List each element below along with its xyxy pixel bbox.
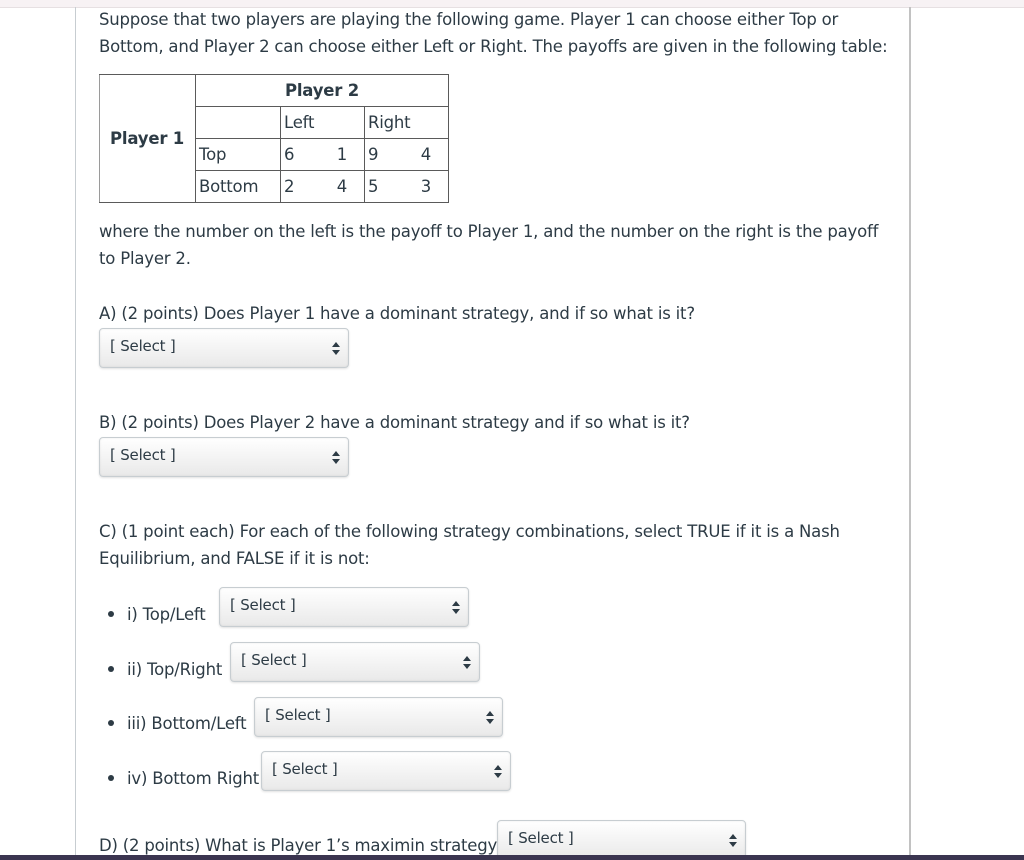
question-a-text: A) (2 points) Does Player 1 have a domin…: [99, 304, 695, 323]
select-arrows-icon: [332, 342, 340, 356]
payoff-p2: 4: [336, 177, 348, 196]
select-arrows-icon: [452, 601, 460, 615]
select-arrows-icon: [494, 765, 502, 779]
select-arrows-icon: [332, 451, 340, 465]
question-a-select[interactable]: [ Select ]: [99, 328, 349, 368]
payoff-p1: 9: [368, 145, 379, 164]
nash-top-right-select[interactable]: [ Select ]: [230, 642, 480, 682]
payoff-p2: 4: [420, 145, 432, 164]
col-header-left: Left: [280, 106, 365, 139]
nash-item-label: i) Top/Left: [127, 605, 206, 624]
select-arrows-icon: [486, 711, 494, 725]
question-d-select[interactable]: [ Select ]: [497, 820, 746, 860]
row-label-top: Top: [195, 138, 281, 171]
select-value: [ Select ]: [230, 596, 296, 614]
nash-top-left-select[interactable]: [ Select ]: [219, 587, 469, 627]
empty-cell: [195, 106, 281, 139]
nash-item-label: ii) Top/Right: [127, 660, 223, 679]
payoff-table: Player 1 Player 2 Left Right Top 61 94 B…: [99, 74, 449, 203]
payoff-p2: 3: [420, 177, 432, 196]
bullet-icon: [108, 775, 114, 781]
bullet-icon: [108, 611, 114, 617]
table-header-row: Player 1 Player 2: [99, 74, 449, 203]
col-header-right: Right: [364, 106, 449, 139]
select-value: [ Select ]: [241, 651, 307, 669]
payoff-explanation: where the number on the left is the payo…: [99, 222, 879, 268]
select-value: [ Select ]: [110, 337, 176, 355]
question-b-text: B) (2 points) Does Player 2 have a domin…: [99, 413, 690, 432]
payoff-p1: 6: [284, 145, 295, 164]
bullet-icon: [108, 666, 114, 672]
bottom-bar: [0, 855, 1024, 860]
select-value: [ Select ]: [272, 760, 338, 778]
nash-item-label: iv) Bottom Right: [127, 769, 260, 788]
select-arrows-icon: [729, 834, 737, 848]
payoff-p1: 2: [284, 177, 295, 196]
question-b-select[interactable]: [ Select ]: [99, 437, 349, 477]
row-player-label: Player 1: [99, 74, 196, 203]
nash-bottom-left-select[interactable]: [ Select ]: [254, 697, 503, 737]
bullet-icon: [108, 720, 114, 726]
select-arrows-icon: [463, 656, 471, 670]
payoff-p2: 1: [336, 145, 348, 164]
select-value: [ Select ]: [508, 829, 574, 847]
payoff-p1: 5: [368, 177, 379, 196]
payoff-top-left: 61: [280, 138, 365, 171]
select-value: [ Select ]: [265, 706, 331, 724]
payoff-bottom-right: 53: [364, 170, 449, 203]
payoff-top-right: 94: [364, 138, 449, 171]
payoff-bottom-left: 24: [280, 170, 365, 203]
intro-text: Suppose that two players are playing the…: [99, 10, 888, 56]
nash-item-label: iii) Bottom/Left: [127, 714, 247, 733]
question-c-text: C) (1 point each) For each of the follow…: [99, 522, 840, 568]
col-player-label: Player 2: [195, 74, 449, 107]
row-label-bottom: Bottom: [195, 170, 281, 203]
nash-bottom-right-select[interactable]: [ Select ]: [261, 751, 511, 791]
select-value: [ Select ]: [110, 446, 176, 464]
